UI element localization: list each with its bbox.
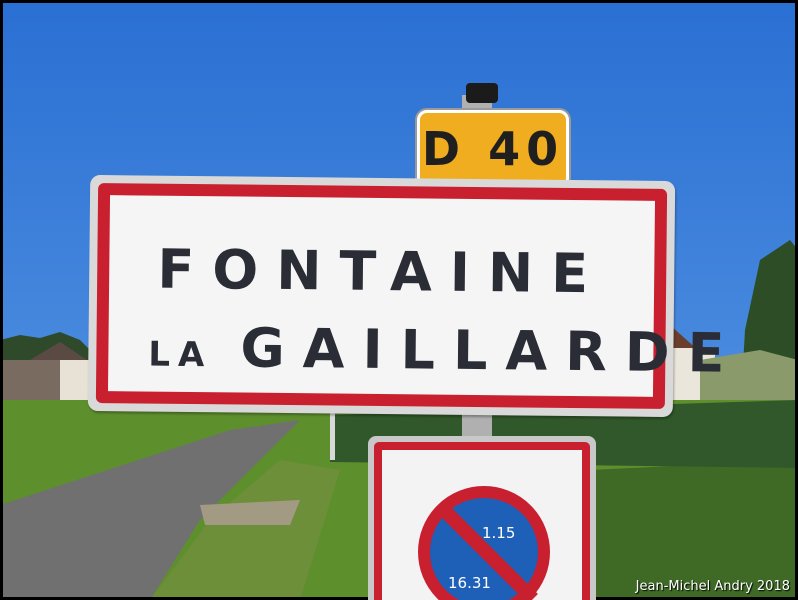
parking-time-bottom: 16.31 — [448, 574, 491, 592]
town-name-line2: LA GAILLARDE — [148, 316, 743, 385]
photo-credit: Jean-Michel Andry 2018 — [635, 579, 790, 594]
pole-cap — [466, 83, 498, 103]
route-number: D 40 — [421, 122, 565, 176]
route-number-plate: D 40 — [417, 110, 569, 188]
photo-scene: D 40 FONTAINE LA GAILLARDE 1.15 16.31 Je… — [0, 0, 798, 600]
town-sign-panel: FONTAINE LA GAILLARDE — [95, 183, 743, 409]
town-name-article: LA — [148, 334, 213, 376]
shed-left — [0, 360, 60, 400]
town-name-line1: FONTAINE — [157, 237, 607, 306]
post-small — [330, 412, 335, 460]
town-name-main: GAILLARDE — [240, 316, 743, 385]
parking-time-top: 1.15 — [482, 524, 516, 542]
town-entry-sign: FONTAINE LA GAILLARDE — [87, 174, 743, 418]
